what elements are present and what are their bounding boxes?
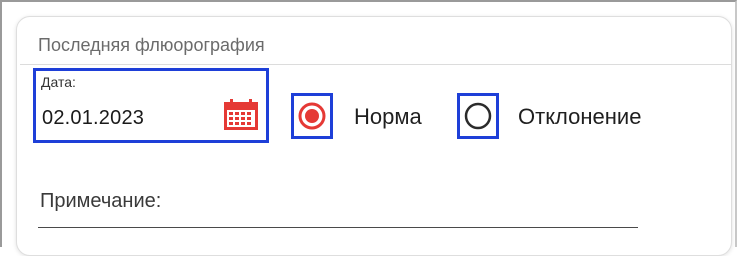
note-field-input[interactable] bbox=[38, 227, 638, 228]
radio-deviation-label[interactable]: Отклонение bbox=[518, 104, 641, 130]
radio-selected-icon bbox=[298, 102, 326, 130]
card-title: Последняя флюорография bbox=[38, 35, 265, 55]
note-field-label: Примечание: bbox=[40, 190, 162, 212]
calendar-icon[interactable] bbox=[222, 99, 260, 131]
radio-deviation[interactable] bbox=[457, 93, 499, 139]
date-field-label: Дата: bbox=[41, 74, 76, 90]
radio-unselected-icon bbox=[464, 102, 492, 130]
title-divider bbox=[20, 64, 732, 65]
date-field[interactable]: Дата: 02.01.2023 bbox=[33, 68, 269, 143]
radio-normal[interactable] bbox=[291, 93, 333, 139]
window-frame: Последняя флюорография Дата: 02.01.2023 bbox=[0, 0, 737, 256]
radio-normal-label[interactable]: Норма bbox=[354, 104, 422, 130]
date-field-value[interactable]: 02.01.2023 bbox=[42, 107, 144, 130]
